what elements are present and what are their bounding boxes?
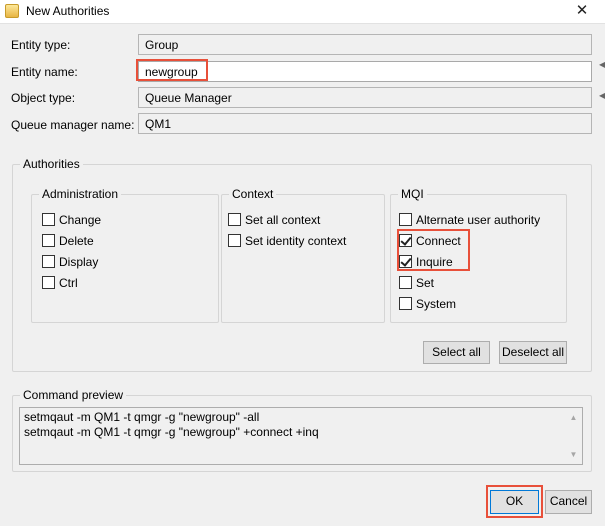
checkbox-box[interactable] xyxy=(42,213,55,226)
title-bar: New Authorities ✕ xyxy=(0,0,605,24)
checkbox-box-checked[interactable] xyxy=(399,255,412,268)
checkbox-box[interactable] xyxy=(42,255,55,268)
entity-type-field: Group xyxy=(138,34,592,55)
ok-button[interactable]: OK xyxy=(490,490,539,514)
checkbox-label: Delete xyxy=(59,233,94,248)
window-title: New Authorities xyxy=(26,4,110,18)
delete-checkbox[interactable]: Delete xyxy=(42,232,94,249)
entity-name-label: Entity name: xyxy=(11,65,78,79)
checkbox-label: System xyxy=(416,296,457,311)
checkbox-label: Set identity context xyxy=(245,233,347,248)
connect-checkbox[interactable]: Connect xyxy=(399,232,461,249)
alternate-user-authority-checkbox[interactable]: Alternate user authority xyxy=(399,211,540,228)
command-preview-title: Command preview xyxy=(20,388,127,402)
deselect-all-button[interactable]: Deselect all xyxy=(499,341,567,364)
command-preview-text[interactable]: setmqaut -m QM1 -t qmgr -g "newgroup" -a… xyxy=(19,407,583,465)
scroll-down-icon[interactable]: ▼ xyxy=(565,447,582,462)
mqi-group: MQI Alternate user authority Connect Inq… xyxy=(390,187,567,323)
checkbox-box[interactable] xyxy=(399,213,412,226)
scroll-up-icon[interactable]: ▲ xyxy=(565,410,582,425)
context-group: Context Set all context Set identity con… xyxy=(221,187,385,323)
object-type-label: Object type: xyxy=(11,91,76,105)
chevron-left-icon: ◀ xyxy=(599,60,605,69)
inquire-checkbox[interactable]: Inquire xyxy=(399,253,453,270)
preview-scrollbar[interactable]: ▲ ▼ xyxy=(565,408,582,464)
checkbox-label: Ctrl xyxy=(59,275,78,290)
authorities-title: Authorities xyxy=(20,157,83,171)
checkbox-box[interactable] xyxy=(42,276,55,289)
checkbox-label: Alternate user authority xyxy=(416,212,541,227)
chevron-left-icon: ◀ xyxy=(599,91,605,100)
entity-name-input[interactable]: newgroup xyxy=(138,61,592,82)
checkbox-box-checked[interactable] xyxy=(399,234,412,247)
close-button[interactable]: ✕ xyxy=(559,0,605,24)
authorities-group: Authorities Administration Change Delete… xyxy=(12,157,592,372)
checkbox-box[interactable] xyxy=(399,276,412,289)
select-all-button[interactable]: Select all xyxy=(423,341,490,364)
system-checkbox[interactable]: System xyxy=(399,295,456,312)
checkbox-label: Inquire xyxy=(416,254,453,269)
command-preview-group: Command preview setmqaut -m QM1 -t qmgr … xyxy=(12,388,592,472)
ctrl-checkbox[interactable]: Ctrl xyxy=(42,274,78,291)
change-checkbox[interactable]: Change xyxy=(42,211,101,228)
checkbox-box[interactable] xyxy=(399,297,412,310)
checkbox-label: Change xyxy=(59,212,102,227)
checkbox-label: Set xyxy=(416,275,435,290)
cancel-button[interactable]: Cancel xyxy=(545,490,592,514)
context-title: Context xyxy=(229,187,277,201)
checkbox-label: Display xyxy=(59,254,99,269)
administration-group: Administration Change Delete Display Ctr… xyxy=(31,187,219,323)
set-identity-context-checkbox[interactable]: Set identity context xyxy=(228,232,346,249)
checkbox-box[interactable] xyxy=(228,234,241,247)
set-all-context-checkbox[interactable]: Set all context xyxy=(228,211,320,228)
queue-manager-name-field: QM1 xyxy=(138,113,592,134)
queue-manager-name-label: Queue manager name: xyxy=(11,118,135,132)
mqi-title: MQI xyxy=(398,187,427,201)
checkbox-label: Set all context xyxy=(245,212,321,227)
command-line-1: setmqaut -m QM1 -t qmgr -g "newgroup" -a… xyxy=(24,410,260,424)
app-icon xyxy=(5,4,19,18)
command-line-2: setmqaut -m QM1 -t qmgr -g "newgroup" +c… xyxy=(24,425,319,439)
object-type-field: Queue Manager xyxy=(138,87,592,108)
entity-type-label: Entity type: xyxy=(11,38,71,52)
checkbox-label: Connect xyxy=(416,233,461,248)
administration-title: Administration xyxy=(39,187,122,201)
checkbox-box[interactable] xyxy=(42,234,55,247)
display-checkbox[interactable]: Display xyxy=(42,253,98,270)
set-checkbox[interactable]: Set xyxy=(399,274,434,291)
checkbox-box[interactable] xyxy=(228,213,241,226)
